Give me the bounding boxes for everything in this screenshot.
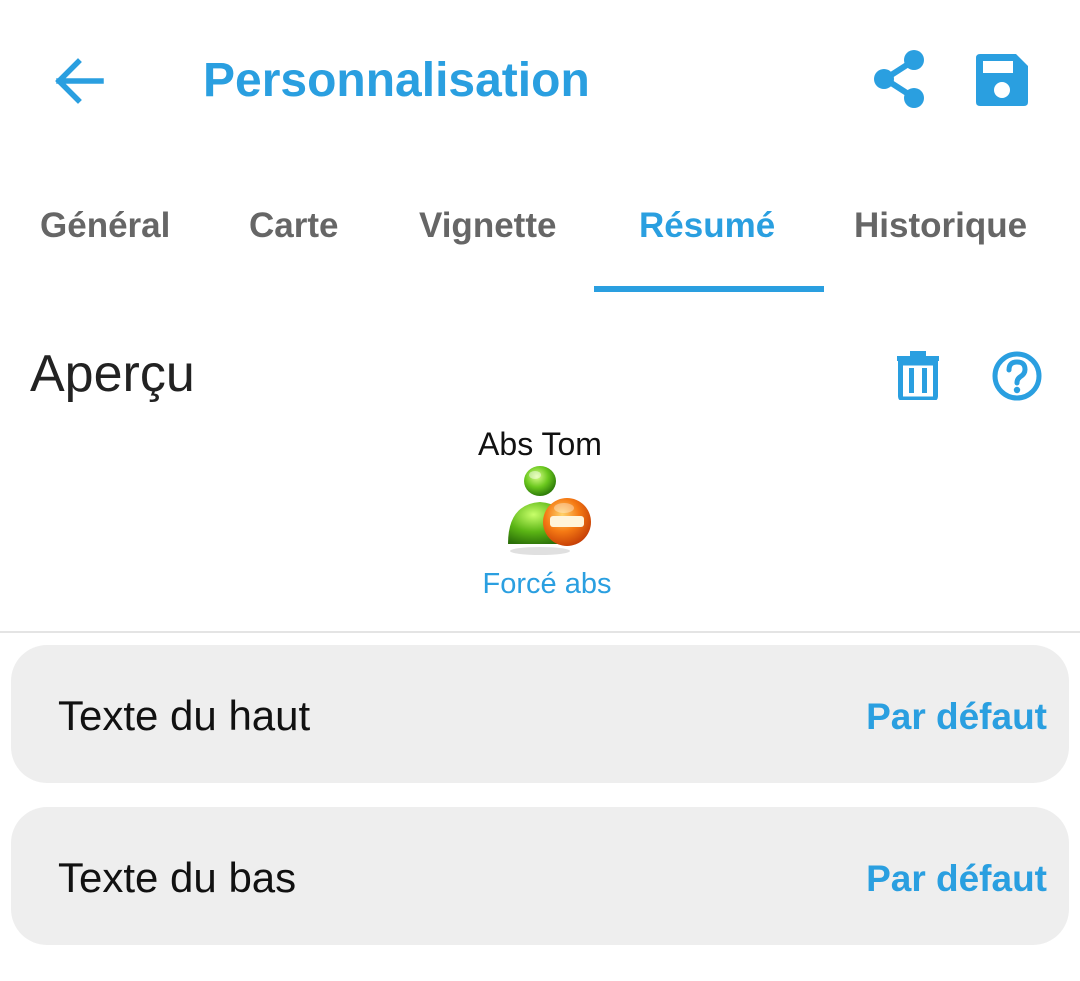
setting-label: Texte du haut [58,692,311,739]
setting-bottom-text[interactable]: Texte du bas Par défaut [11,807,1069,945]
tab-carte[interactable]: Carte [249,204,338,248]
tab-resume[interactable]: Résumé [639,204,775,248]
arrow-left-icon [55,58,104,104]
share-button[interactable] [866,46,932,112]
tab-historique[interactable]: Historique [854,204,1027,248]
delete-button[interactable] [890,346,946,404]
tab-bar: Général Carte Vignette Résumé Historique [0,180,1080,296]
help-button[interactable] [986,346,1048,406]
help-icon [992,351,1042,401]
setting-value: Par défaut [866,696,1047,737]
divider [0,631,1080,633]
save-button[interactable] [968,46,1036,114]
setting-top-text[interactable]: Texte du haut Par défaut [11,645,1069,783]
app-bar: Personnalisation [0,0,1080,160]
page-title: Personnalisation [203,54,590,107]
back-button[interactable] [48,50,110,112]
user-forced-absent-icon [508,466,591,555]
setting-label: Texte du bas [58,854,297,901]
share-icon [874,50,924,108]
setting-value: Par défaut [866,858,1047,899]
tab-general[interactable]: Général [40,204,170,248]
active-tab-indicator [594,286,824,292]
preview-heading: Aperçu [30,345,195,403]
preview-status: Forcé abs [482,568,612,600]
trash-icon [897,351,939,400]
preview-name: Abs Tom [478,426,602,462]
save-icon [976,54,1028,106]
tab-vignette[interactable]: Vignette [419,204,556,248]
